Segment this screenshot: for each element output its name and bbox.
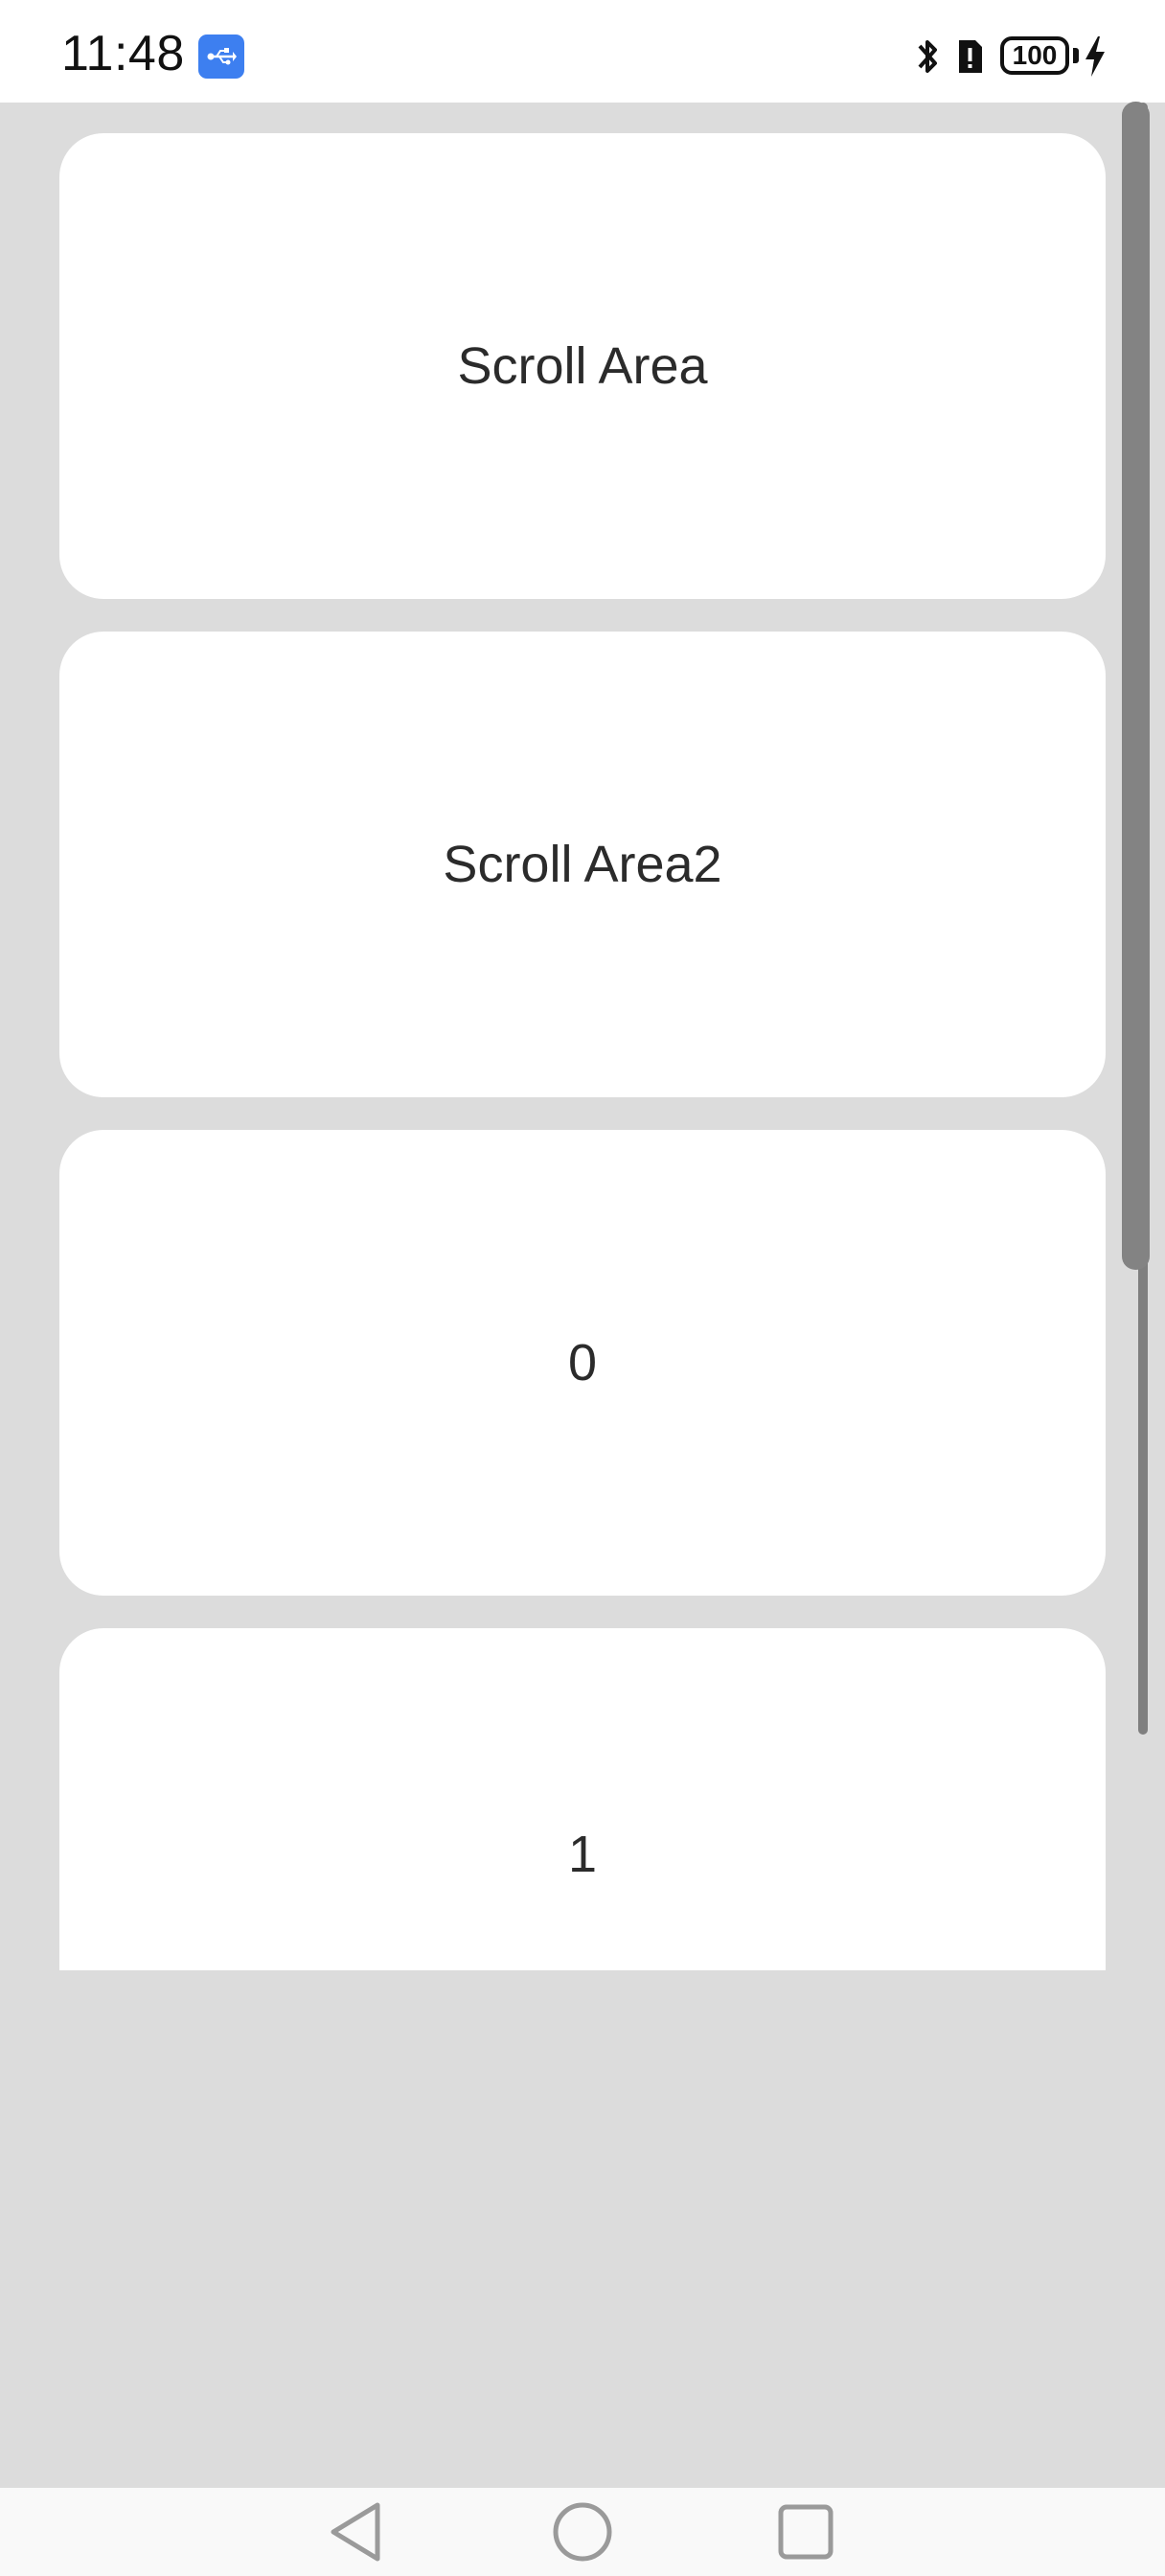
back-icon[interactable] — [322, 2497, 391, 2566]
card-label: 1 — [567, 1826, 598, 1883]
card-label: Scroll Area2 — [443, 836, 722, 893]
battery-icon: 100 — [1000, 36, 1069, 75]
charging-icon — [1085, 36, 1105, 77]
battery-level: 100 — [1012, 40, 1058, 70]
card-scroll-area[interactable]: Scroll Area — [59, 133, 1106, 599]
scrollbar-thumb[interactable] — [1122, 102, 1150, 1270]
status-bar: 11:48 100 — [0, 0, 1165, 103]
card-scroll-area2[interactable]: Scroll Area2 — [59, 632, 1106, 1097]
card-item-1[interactable]: 1 — [59, 1628, 1106, 1970]
usb-icon — [198, 34, 244, 79]
card-label: Scroll Area — [457, 337, 708, 395]
scroll-area[interactable]: Scroll Area Scroll Area2 0 1 — [0, 103, 1165, 1971]
home-icon[interactable] — [548, 2497, 617, 2566]
status-time: 11:48 — [61, 26, 185, 81]
navigation-bar — [0, 2488, 1165, 2576]
bluetooth-icon — [918, 40, 937, 73]
card-item-0[interactable]: 0 — [59, 1130, 1106, 1596]
recent-apps-icon[interactable] — [771, 2497, 840, 2566]
alert-icon — [959, 40, 982, 73]
battery-tip — [1073, 48, 1079, 63]
card-label: 0 — [567, 1334, 598, 1392]
